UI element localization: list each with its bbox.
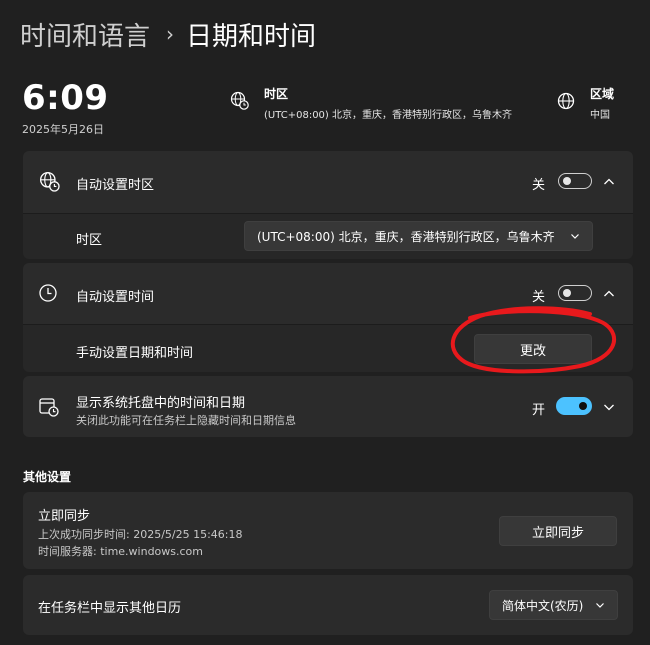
region-info-label: 区域 — [590, 87, 615, 101]
chevron-down-icon — [596, 603, 604, 608]
timezone-info: 时区 (UTC+08:00) 北京，重庆，香港特别行政区，乌鲁木齐 — [230, 85, 512, 121]
auto-time-label: 自动设置时间 — [76, 290, 155, 305]
current-time: 6:09 — [22, 78, 109, 118]
sync-card: 立即同步 上次成功同步时间: 2025/5/25 15:46:18 时间服务器:… — [23, 492, 633, 569]
page-title: 日期和时间 — [186, 21, 317, 52]
breadcrumb: 时间和语言 › 日期和时间 — [20, 16, 316, 52]
region-info: 区域 中国 — [556, 85, 614, 121]
globe-icon — [557, 92, 575, 110]
globe-clock-icon — [230, 91, 249, 110]
region-info-value: 中国 — [590, 110, 610, 121]
timezone-row: 时区 (UTC+08:00) 北京，重庆，香港特别行政区，乌鲁木齐 — [23, 213, 633, 259]
current-date: 2025年5月26日 — [22, 123, 104, 136]
tray-time-label: 显示系统托盘中的时间和日期 — [76, 396, 246, 411]
chevron-up-icon[interactable] — [603, 288, 615, 300]
timezone-info-label: 时区 — [264, 87, 289, 101]
tray-time-card[interactable]: 显示系统托盘中的时间和日期 关闭此功能可在任务栏上隐藏时间和日期信息 开 — [23, 376, 633, 437]
breadcrumb-separator: › — [166, 22, 175, 46]
chevron-up-icon[interactable] — [603, 176, 615, 188]
auto-time-toggle[interactable] — [558, 285, 592, 301]
auto-time-state: 关 — [532, 290, 546, 305]
breadcrumb-parent[interactable]: 时间和语言 — [20, 16, 150, 53]
tray-time-toggle[interactable] — [556, 397, 592, 415]
calendar-label: 在任务栏中显示其他日历 — [38, 601, 182, 616]
sync-last-time: 上次成功同步时间: 2025/5/25 15:46:18 — [38, 528, 243, 541]
manual-time-label: 手动设置日期和时间 — [76, 346, 194, 361]
timezone-label: 时区 — [76, 233, 103, 248]
chevron-down-icon — [571, 234, 579, 239]
timezone-info-value: (UTC+08:00) 北京，重庆，香港特别行政区，乌鲁木齐 — [264, 110, 513, 121]
calendar-clock-icon — [39, 398, 59, 417]
calendar-dropdown[interactable]: 简体中文(农历) — [489, 590, 618, 620]
calendar-card: 在任务栏中显示其他日历 简体中文(农历) — [23, 575, 633, 635]
timezone-dropdown[interactable]: (UTC+08:00) 北京，重庆，香港特别行政区，乌鲁木齐 — [244, 221, 593, 251]
auto-timezone-label: 自动设置时区 — [76, 178, 155, 193]
clock-icon — [39, 284, 57, 302]
auto-timezone-card: 自动设置时区 关 时区 (UTC+08:00) 北京，重庆，香港特别行政区，乌鲁… — [23, 151, 633, 259]
auto-timezone-row[interactable]: 自动设置时区 关 — [23, 151, 633, 213]
timezone-dropdown-value: (UTC+08:00) 北京，重庆，香港特别行政区，乌鲁木齐 — [257, 229, 555, 244]
auto-timezone-toggle[interactable] — [558, 173, 592, 189]
sync-now-button[interactable]: 立即同步 — [499, 516, 617, 546]
globe-clock-icon — [39, 171, 60, 192]
auto-timezone-state: 关 — [532, 178, 546, 193]
sync-title: 立即同步 — [38, 509, 91, 524]
tray-time-description: 关闭此功能可在任务栏上隐藏时间和日期信息 — [76, 414, 296, 427]
sync-server: 时间服务器: time.windows.com — [38, 545, 204, 558]
annotation-circle — [450, 306, 617, 374]
calendar-dropdown-value: 简体中文(农历) — [502, 598, 584, 613]
chevron-down-icon[interactable] — [603, 401, 615, 413]
other-settings-title: 其他设置 — [23, 470, 72, 484]
tray-time-state: 开 — [532, 403, 546, 418]
